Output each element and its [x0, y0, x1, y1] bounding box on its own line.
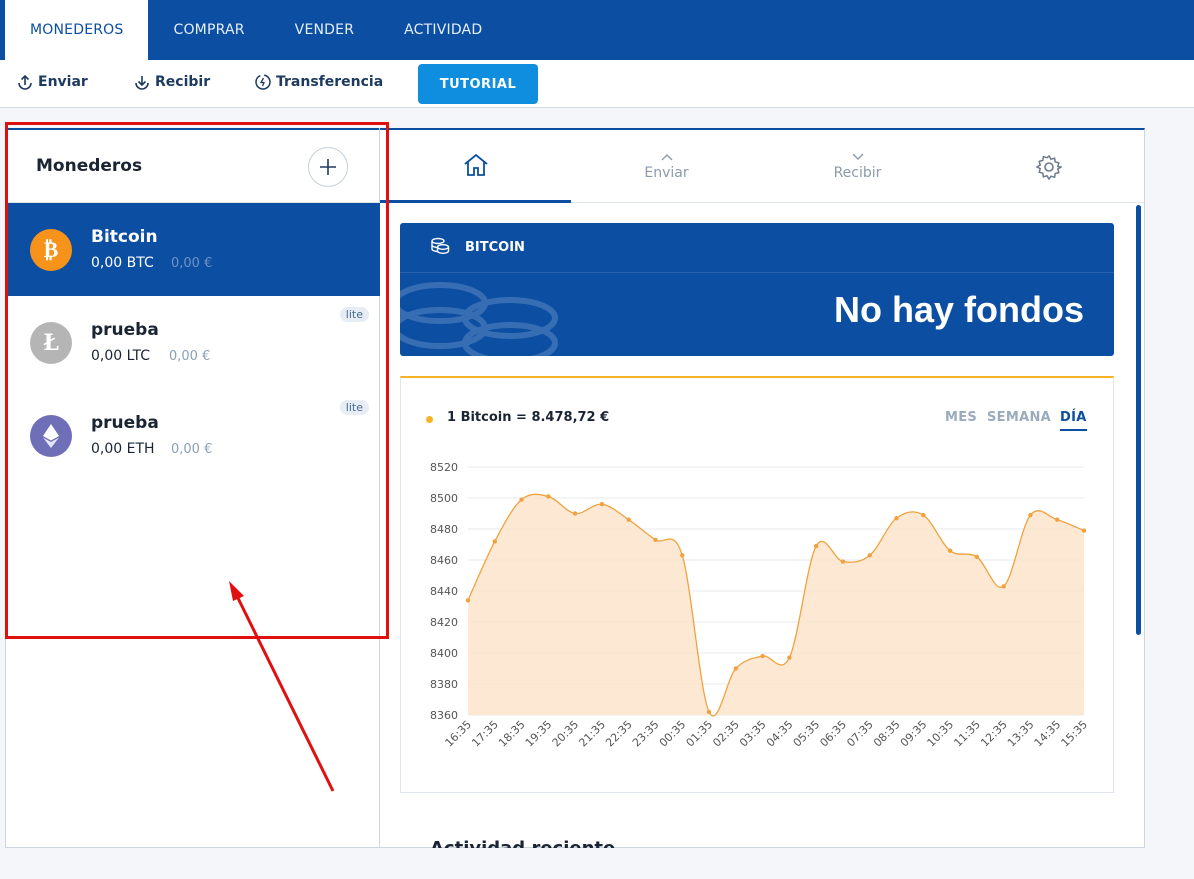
x-tick-label: 08:35	[871, 718, 903, 750]
gear-icon	[1035, 154, 1062, 180]
card-balance-amount: No hay fondos	[834, 289, 1084, 330]
data-point	[733, 666, 739, 671]
y-tick-label: 8420	[430, 616, 458, 629]
card-divider	[400, 272, 1114, 273]
x-tick-label: 11:35	[951, 718, 983, 750]
data-point	[867, 553, 872, 558]
y-tick-label: 8520	[430, 461, 458, 474]
card-currency-label: BITCOIN	[465, 240, 525, 255]
coins-icon	[431, 237, 450, 255]
data-point	[921, 512, 926, 518]
x-tick-label: 12:35	[978, 718, 1010, 750]
x-tick-label: 14:35	[1032, 718, 1064, 750]
y-tick-label: 8500	[430, 492, 458, 505]
data-point	[653, 537, 658, 543]
x-tick-label: 17:35	[469, 718, 501, 750]
y-tick-label: 8360	[430, 709, 458, 722]
x-tick-label: 16:35	[443, 718, 475, 750]
tutorial-button[interactable]: TUTORIAL	[418, 64, 538, 104]
x-tick-label: 06:35	[817, 718, 849, 750]
data-point	[787, 655, 792, 660]
x-tick-label: 15:35	[1059, 718, 1091, 750]
x-tick-label: 05:35	[791, 718, 823, 750]
send-button[interactable]: Enviar	[16, 73, 88, 91]
data-point	[492, 539, 497, 544]
tab-send[interactable]: Enviar	[571, 130, 762, 203]
receive-label: Recibir	[155, 74, 211, 90]
data-point	[599, 502, 605, 507]
transfer-label: Transferencia	[276, 74, 384, 90]
x-tick-label: 18:35	[496, 718, 528, 750]
data-point	[1055, 517, 1060, 522]
x-tick-label: 02:35	[710, 718, 742, 750]
data-point	[546, 494, 551, 499]
data-point	[840, 559, 846, 564]
x-tick-label: 01:35	[684, 718, 716, 750]
y-tick-label: 8480	[430, 523, 458, 536]
x-tick-label: 07:35	[844, 718, 876, 750]
detail-scrollbar[interactable]	[1136, 205, 1141, 635]
action-toolbar: Enviar Recibir Transferencia TUTORIAL	[0, 60, 1194, 108]
x-tick-label: 00:35	[657, 718, 689, 750]
y-tick-label: 8380	[430, 678, 458, 691]
tab-receive[interactable]: Recibir	[762, 130, 953, 203]
x-tick-label: 13:35	[1005, 718, 1037, 750]
balance-card: BITCOIN No hay fondos	[400, 223, 1114, 356]
y-tick-label: 8400	[430, 647, 458, 660]
x-tick-label: 09:35	[898, 718, 930, 750]
price-chart: 8520 8500 8480 8460 8440 8420 8400 8380 836016:3…	[430, 461, 1091, 750]
data-point	[894, 515, 899, 521]
chevron-up-icon	[661, 153, 672, 160]
tab-vender[interactable]: VENDER	[270, 0, 379, 60]
y-tick-label: 8440	[430, 585, 458, 598]
receive-button[interactable]: Recibir	[133, 73, 210, 91]
data-point	[626, 517, 631, 522]
price-chart-card: 1 Bitcoin = 8.478,72 € MES SEMANA DÍA 85…	[400, 376, 1114, 793]
x-tick-label: 03:35	[737, 718, 769, 750]
price-area	[468, 494, 1084, 716]
wallet-detail-tabs: Enviar Recibir	[380, 130, 1144, 203]
coins-watermark	[400, 282, 558, 356]
x-tick-label: 19:35	[523, 718, 555, 750]
tab-monederos[interactable]: MONEDEROS	[0, 0, 149, 60]
x-tick-label: 22:35	[603, 718, 635, 750]
top-navigation: MONEDEROS COMPRAR VENDER ACTIVIDAD	[0, 0, 1194, 60]
x-tick-label: 23:35	[630, 718, 662, 750]
data-point	[1028, 512, 1033, 518]
x-tick-label: 20:35	[550, 718, 582, 750]
tab-home[interactable]	[380, 130, 571, 203]
data-point	[1081, 528, 1087, 533]
data-point	[947, 548, 953, 553]
y-tick-label: 8460	[430, 554, 458, 567]
tab-settings[interactable]	[953, 130, 1144, 203]
x-tick-label: 21:35	[576, 718, 608, 750]
tab-send-label: Enviar	[644, 164, 689, 181]
transfer-icon	[255, 74, 271, 90]
download-icon	[135, 76, 149, 90]
data-point	[1001, 584, 1006, 589]
tab-actividad[interactable]: ACTIVIDAD	[379, 0, 507, 60]
data-point	[706, 709, 712, 715]
tab-receive-label: Recibir	[833, 164, 882, 181]
annotation-highlight-box	[5, 122, 389, 639]
data-point	[465, 598, 471, 603]
send-label: Enviar	[38, 74, 88, 90]
data-point	[813, 543, 819, 549]
transfer-button[interactable]: Transferencia	[254, 73, 383, 91]
data-point	[519, 497, 524, 502]
upload-icon	[18, 74, 32, 90]
data-point	[974, 554, 980, 560]
chevron-down-icon	[852, 153, 863, 160]
data-point	[572, 511, 578, 516]
x-tick-label: 10:35	[925, 718, 957, 750]
x-tick-label: 04:35	[764, 718, 796, 750]
tab-comprar[interactable]: COMPRAR	[148, 0, 269, 60]
data-point	[680, 553, 685, 558]
recent-activity-heading: Actividad reciente	[430, 838, 615, 848]
data-point	[760, 653, 765, 659]
home-icon	[463, 153, 488, 176]
